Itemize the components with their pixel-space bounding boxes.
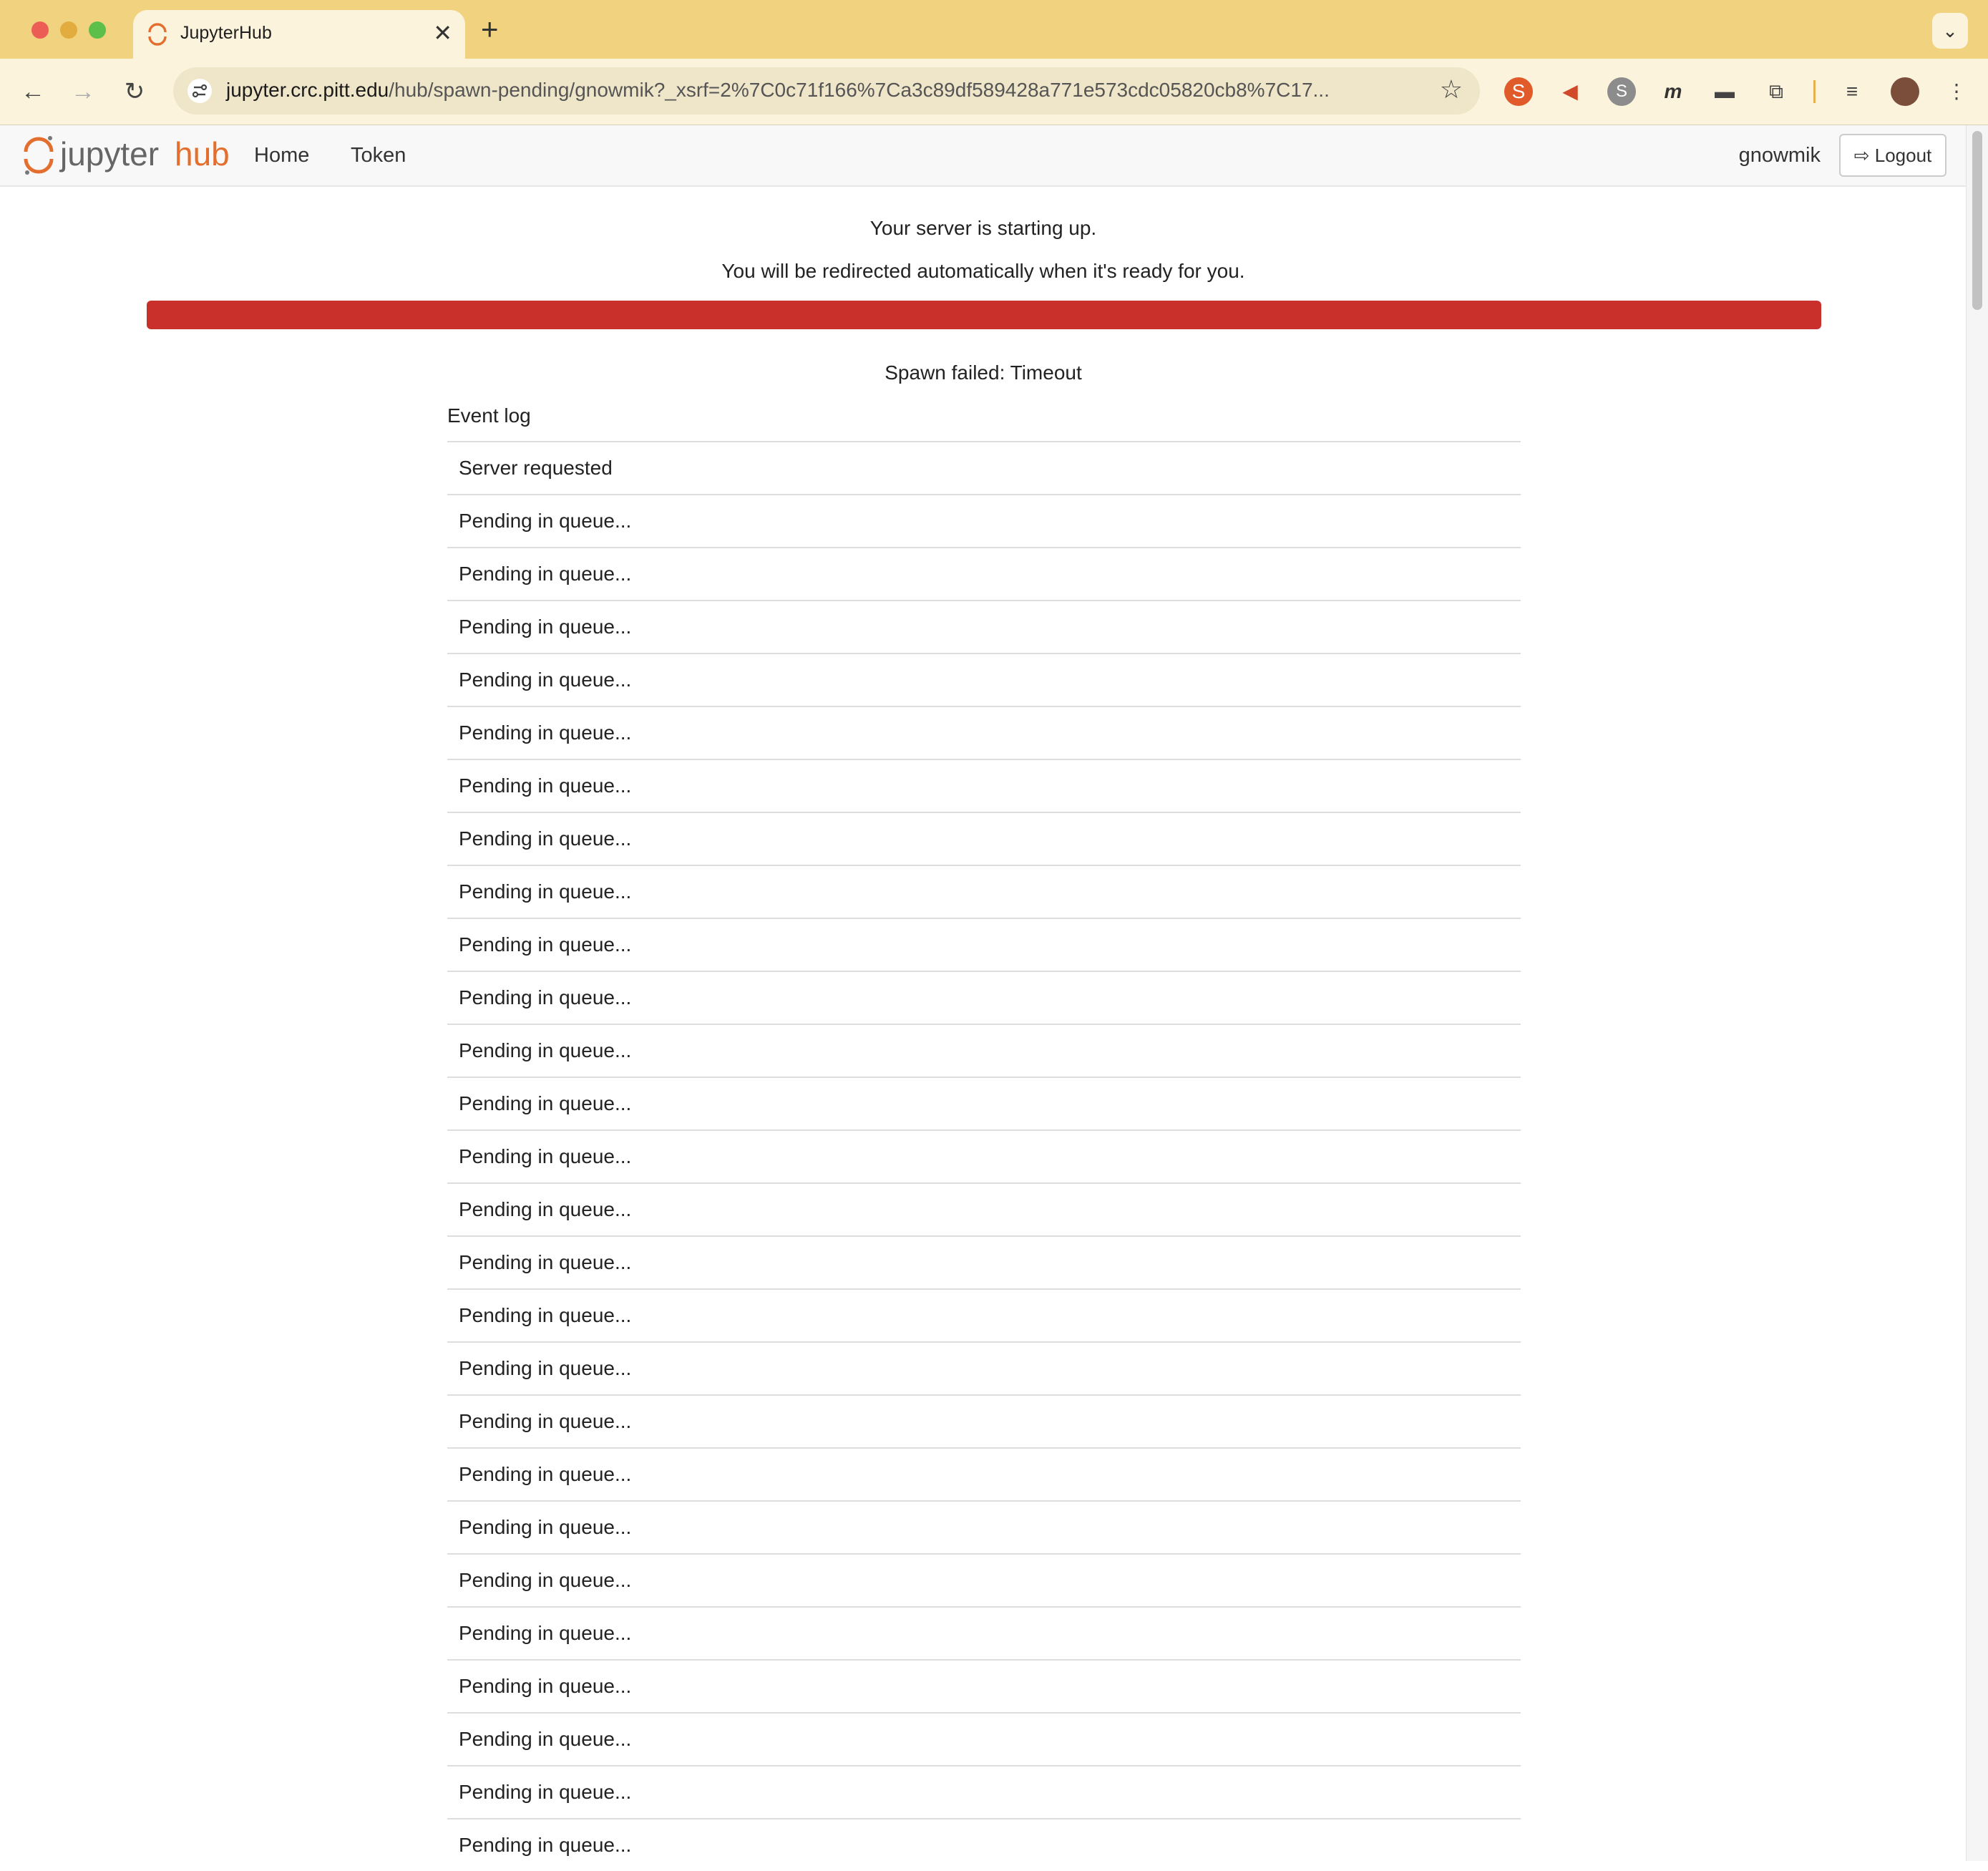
- url-host: jupyter.crc.pitt.edu: [226, 79, 389, 101]
- browser-tab-bar: JupyterHub ✕ + ⌄: [0, 0, 1988, 59]
- event-log-item: Pending in queue...: [447, 1553, 1521, 1606]
- address-bar[interactable]: jupyter.crc.pitt.edu/hub/spawn-pending/g…: [173, 67, 1480, 115]
- nav-home-link[interactable]: Home: [254, 144, 309, 167]
- scrollbar-thumb[interactable]: [1972, 131, 1982, 310]
- event-log-item: Pending in queue...: [447, 865, 1521, 918]
- tab-title: JupyterHub: [180, 23, 272, 43]
- event-log-item: Pending in queue...: [447, 1765, 1521, 1818]
- maximize-window-button[interactable]: [89, 21, 106, 39]
- event-log-list: Server requested Pending in queue... Pendi…: [447, 441, 1521, 1871]
- jupyter-favicon-icon: [148, 23, 167, 46]
- jupyterhub-navbar: jupyter hub Home Token gnowmik ⇨ Logout: [0, 125, 1967, 187]
- spawn-progress-bar: [147, 301, 1821, 329]
- event-log-item: Pending in queue...: [447, 1341, 1521, 1394]
- extension-s-icon[interactable]: S: [1504, 77, 1533, 106]
- event-log-item: Pending in queue...: [447, 812, 1521, 865]
- url-text[interactable]: jupyter.crc.pitt.edu/hub/spawn-pending/g…: [226, 79, 1330, 102]
- event-log-item: Pending in queue...: [447, 1394, 1521, 1447]
- event-log-item: Pending in queue...: [447, 1659, 1521, 1712]
- close-tab-icon[interactable]: ✕: [433, 19, 452, 47]
- logo-hub-text: hub: [175, 135, 230, 172]
- new-tab-button[interactable]: +: [481, 13, 499, 46]
- forward-button[interactable]: →: [66, 74, 100, 109]
- event-log-item: Pending in queue...: [447, 759, 1521, 812]
- event-log-item: Pending in queue...: [447, 600, 1521, 653]
- event-log-item: Pending in queue...: [447, 1024, 1521, 1077]
- extension-laptop-icon[interactable]: ▬: [1710, 77, 1739, 106]
- event-log-item: Pending in queue...: [447, 1129, 1521, 1182]
- tab-search-button[interactable]: ⌄: [1932, 13, 1968, 49]
- media-control-icon[interactable]: ≡: [1838, 77, 1866, 106]
- extension-megaphone-icon[interactable]: ◀: [1556, 77, 1584, 106]
- event-log-item: Pending in queue...: [447, 547, 1521, 600]
- profile-avatar[interactable]: [1891, 77, 1919, 106]
- event-log-item: Pending in queue...: [447, 1606, 1521, 1659]
- nav-token-link[interactable]: Token: [351, 144, 406, 167]
- jupyterhub-logo[interactable]: jupyter hub: [21, 132, 236, 178]
- site-settings-icon[interactable]: [187, 79, 212, 103]
- event-log-item: Pending in queue...: [447, 494, 1521, 547]
- url-path: /hub/spawn-pending/gnowmik?_xsrf=2%7C0c7…: [389, 79, 1330, 101]
- page-content: jupyter hub Home Token gnowmik ⇨ Logout …: [0, 125, 1967, 1861]
- extension-skype-icon[interactable]: S: [1607, 77, 1636, 106]
- starting-message: Your server is starting up.: [869, 217, 1097, 239]
- username-label: gnowmik: [1738, 144, 1821, 167]
- event-log-item: Pending in queue...: [447, 706, 1521, 759]
- logout-label: Logout: [1874, 145, 1932, 166]
- event-log-item: Pending in queue...: [447, 1182, 1521, 1235]
- event-log-item: Pending in queue...: [447, 1818, 1521, 1871]
- event-log-item: Pending in queue...: [447, 653, 1521, 706]
- browser-toolbar: ← → ↻ jupyter.crc.pitt.edu/hub/spawn-pen…: [0, 59, 1988, 125]
- logout-button[interactable]: ⇨ Logout: [1839, 134, 1946, 177]
- page-scrollbar[interactable]: [1966, 125, 1988, 1861]
- event-log-item: Server requested: [447, 441, 1521, 494]
- event-log-title[interactable]: Event log: [447, 404, 531, 427]
- event-log-item: Pending in queue...: [447, 971, 1521, 1024]
- event-log-item: Pending in queue...: [447, 918, 1521, 971]
- event-log-item: Pending in queue...: [447, 1235, 1521, 1288]
- event-log-item: Pending in queue...: [447, 1288, 1521, 1341]
- event-log-item: Pending in queue...: [447, 1712, 1521, 1765]
- browser-menu-icon[interactable]: ⋮: [1942, 77, 1971, 106]
- reload-button[interactable]: ↻: [117, 74, 152, 109]
- minimize-window-button[interactable]: [60, 21, 77, 39]
- logo-jupyter-text: jupyter: [59, 135, 159, 172]
- sign-out-icon: ⇨: [1853, 145, 1870, 166]
- extension-m-icon[interactable]: m: [1659, 77, 1687, 106]
- redirect-message: You will be redirected automatically whe…: [721, 260, 1245, 282]
- spawn-status-message: Spawn failed: Timeout: [885, 361, 1082, 384]
- extensions-puzzle-icon[interactable]: ⧉: [1762, 77, 1790, 106]
- event-log-item: Pending in queue...: [447, 1500, 1521, 1553]
- back-button[interactable]: ←: [16, 74, 50, 109]
- close-window-button[interactable]: [31, 21, 49, 39]
- toolbar-divider: [1813, 80, 1816, 103]
- event-log-item: Pending in queue...: [447, 1447, 1521, 1500]
- progress-fill: [147, 301, 1821, 329]
- event-log-item: Pending in queue...: [447, 1077, 1521, 1129]
- browser-tab[interactable]: JupyterHub ✕: [133, 10, 465, 59]
- bookmark-star-icon[interactable]: ☆: [1440, 74, 1463, 105]
